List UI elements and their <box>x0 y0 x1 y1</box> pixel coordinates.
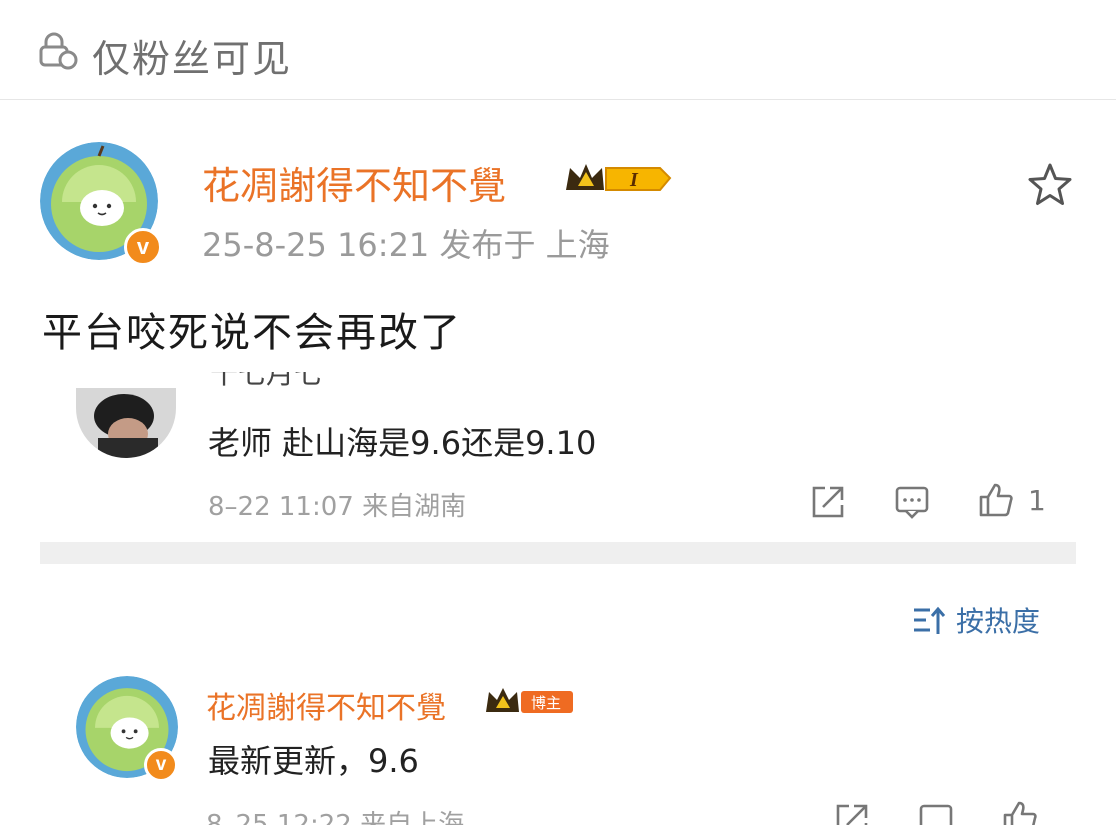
section-divider <box>40 542 1076 564</box>
svg-text:博主: 博主 <box>531 694 561 712</box>
cutoff-username: 十七月七 <box>210 372 340 388</box>
comment-meta: 8–22 11:07 来自湖南 <box>208 492 467 522</box>
verified-badge: v <box>124 228 162 266</box>
svg-text:I: I <box>629 169 639 191</box>
reply-verified-badge: v <box>144 748 178 782</box>
post-time-location: 25-8-25 16:21 发布于 上海 <box>202 226 610 264</box>
post-body: 平台咬死说不会再改了 <box>42 310 462 356</box>
reply-comment-icon[interactable] <box>918 802 954 825</box>
commenter-avatar[interactable] <box>76 388 176 458</box>
crown-level-badge-icon: I <box>566 164 672 191</box>
reply-meta: 8–25 12:22 来自上海 <box>206 810 465 825</box>
visibility-bar: 仅粉丝可见 <box>0 0 1116 100</box>
reply-author-name[interactable]: 花凋謝得不知不覺 <box>206 683 446 727</box>
reply-like-icon[interactable] <box>1002 800 1038 825</box>
sort-icon <box>914 606 946 634</box>
visibility-label: 仅粉丝可见 <box>92 37 293 81</box>
share-icon[interactable] <box>810 484 846 520</box>
like-icon[interactable] <box>978 482 1014 518</box>
comment-body: 老师 赴山海是9.6还是9.10 <box>208 424 597 462</box>
post-author-name[interactable]: 花凋謝得不知不覺 <box>202 155 506 210</box>
comment-icon[interactable] <box>894 484 930 520</box>
crown-blogger-badge-icon: 博主 <box>486 688 573 713</box>
reply-body: 最新更新，9.6 <box>208 742 419 780</box>
star-outline-icon[interactable] <box>1026 162 1074 208</box>
like-count: 1 <box>1028 484 1046 517</box>
sort-label: 按热度 <box>956 605 1041 638</box>
reply-share-icon[interactable] <box>834 802 870 825</box>
lock-person-icon <box>39 32 78 70</box>
